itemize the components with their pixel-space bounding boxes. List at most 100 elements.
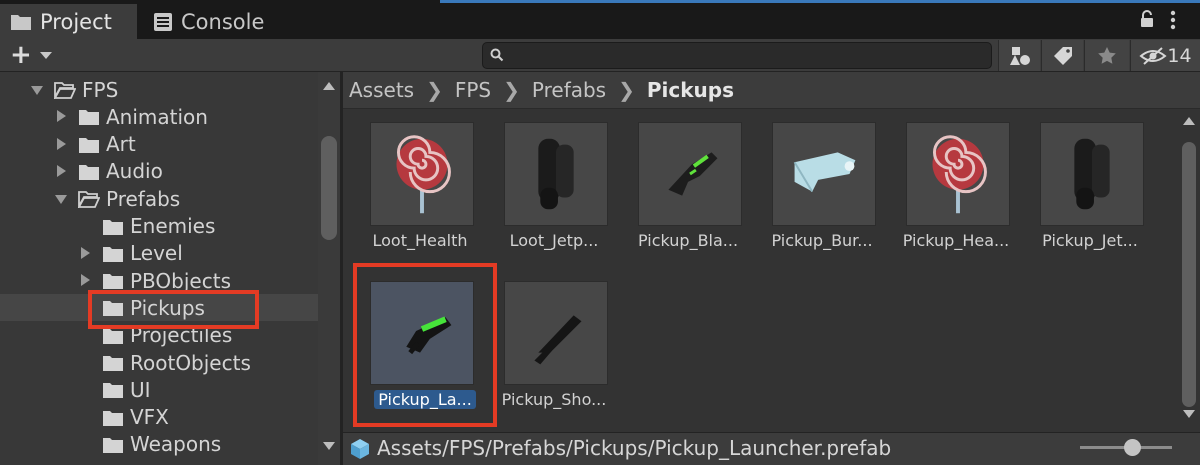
favorite-button[interactable] (1084, 40, 1129, 71)
create-button[interactable]: + (10, 42, 32, 68)
shotgun-icon (534, 315, 582, 365)
folder-open-icon (78, 191, 100, 209)
tree-item-vfx[interactable]: VFX (0, 404, 318, 431)
tree-item-label: Audio (106, 159, 163, 184)
scroll-up-icon[interactable] (323, 82, 335, 90)
lollipop-icon (932, 135, 987, 214)
filter-by-label-button[interactable] (1041, 40, 1083, 71)
tree-item-prefabs[interactable]: Prefabs (0, 185, 318, 212)
folder-icon (103, 383, 123, 399)
lollipop-icon (396, 135, 451, 214)
tree-item-level[interactable]: Level (0, 240, 318, 267)
slider-handle[interactable] (1124, 439, 1141, 456)
tree-item-label: VFX (130, 405, 169, 430)
asset-tile[interactable]: Pickup_Jet... (1035, 122, 1145, 272)
more-options-icon[interactable] (1170, 10, 1176, 30)
hidden-packages-button[interactable]: 14 (1130, 40, 1200, 71)
asset-tile[interactable]: Pickup_Bla... (633, 122, 743, 272)
folder-icon (103, 274, 123, 290)
chevron-right-icon: ❯ (503, 78, 520, 102)
folder-icon (103, 219, 123, 235)
chevron-down-icon[interactable] (40, 52, 52, 59)
scroll-down-icon[interactable] (323, 442, 335, 450)
scrollbar-thumb[interactable] (1182, 142, 1196, 407)
hidden-count: 14 (1167, 44, 1192, 67)
tree-item-label: FPS (82, 77, 119, 102)
chevron-right-icon[interactable] (57, 164, 66, 177)
annotation-highlight (353, 263, 497, 427)
asset-name: Loot_Health (372, 231, 468, 250)
chevron-down-icon[interactable] (55, 195, 67, 205)
folder-icon (103, 246, 123, 262)
asset-thumbnail (370, 122, 474, 226)
chevron-right-icon[interactable] (57, 137, 66, 150)
folder-icon (103, 356, 123, 371)
breadcrumb-item[interactable]: Assets (349, 78, 414, 102)
asset-thumbnail (504, 281, 608, 385)
jetpack-icon (538, 138, 574, 210)
tree-item-label: Enemies (130, 214, 216, 238)
chevron-right-icon: ❯ (426, 78, 443, 102)
asset-tile[interactable]: Pickup_Bur... (767, 122, 877, 272)
lock-icon[interactable] (1140, 10, 1154, 28)
scrollbar-thumb[interactable] (321, 136, 337, 240)
tree-item-audio[interactable]: Audio (0, 158, 318, 185)
chevron-right-icon[interactable] (81, 246, 90, 259)
tree-item-label: PBObjects (130, 268, 231, 293)
breadcrumb-item[interactable]: FPS (455, 78, 491, 102)
breadcrumb-item[interactable]: Prefabs (532, 78, 606, 102)
tree-item-animation[interactable]: Animation (0, 103, 318, 130)
search-input[interactable] (482, 42, 992, 69)
chevron-down-icon[interactable] (31, 86, 43, 95)
tree-item-label: UI (130, 377, 151, 402)
tree-item-weapons[interactable]: Weapons (0, 431, 318, 458)
tab-bar-accent-line (440, 0, 1200, 3)
asset-name: Pickup_Bla... (637, 231, 739, 250)
asset-thumbnail (638, 122, 742, 226)
folder-icon (103, 328, 123, 344)
folder-icon (103, 410, 123, 426)
tree-item-enemies[interactable]: Enemies (0, 213, 318, 240)
asset-name: Pickup_Bur... (771, 231, 873, 250)
tree-item-fps[interactable]: FPS (0, 76, 318, 103)
tag-icon (1053, 46, 1072, 65)
jetpack-icon (1074, 138, 1110, 210)
tree-item-label: Prefabs (106, 186, 181, 211)
folder-icon (103, 437, 123, 453)
scroll-down-icon[interactable] (1183, 410, 1195, 418)
tab-project-label: Project (40, 9, 112, 34)
asset-tile[interactable]: Loot_Jetp... (499, 122, 609, 272)
folder-tree-scrollbar[interactable] (318, 72, 340, 465)
tree-item-label: Animation (106, 104, 208, 129)
chevron-right-icon[interactable] (57, 110, 66, 123)
console-icon (154, 12, 172, 31)
folder-open-icon (54, 82, 76, 99)
search-icon (490, 48, 504, 62)
asset-name: Pickup_Sho... (501, 390, 607, 409)
asset-tile[interactable]: Pickup_Hea... (901, 122, 1011, 272)
folder-icon (79, 164, 99, 180)
annotation-highlight (88, 290, 259, 329)
asset-name: Loot_Jetp... (509, 231, 599, 250)
eye-slash-icon (1139, 46, 1167, 65)
tree-item-art[interactable]: Art (0, 131, 318, 158)
breadcrumb-current[interactable]: Pickups (647, 78, 734, 102)
asset-thumbnail (772, 122, 876, 226)
tab-console-label: Console (181, 9, 265, 34)
tab-bar: Project Console (0, 0, 1200, 39)
asset-tile[interactable]: Pickup_Sho... (499, 281, 609, 431)
folder-icon (79, 110, 99, 126)
asset-tile[interactable]: Loot_Health (365, 122, 475, 272)
scroll-up-icon[interactable] (1183, 117, 1195, 125)
asset-thumbnail (1040, 122, 1144, 226)
tree-item-ui[interactable]: UI (0, 376, 318, 403)
filter-by-type-button[interactable] (998, 40, 1040, 71)
tree-item-rootobjects[interactable]: RootObjects (0, 349, 318, 376)
folder-icon (11, 14, 31, 30)
chevron-right-icon[interactable] (81, 274, 90, 287)
tab-console[interactable]: Console (143, 4, 303, 39)
prefab-icon (351, 439, 369, 459)
tab-project[interactable]: Project (0, 4, 137, 39)
asset-thumbnail (504, 122, 608, 226)
burst-gun-icon (793, 152, 856, 193)
